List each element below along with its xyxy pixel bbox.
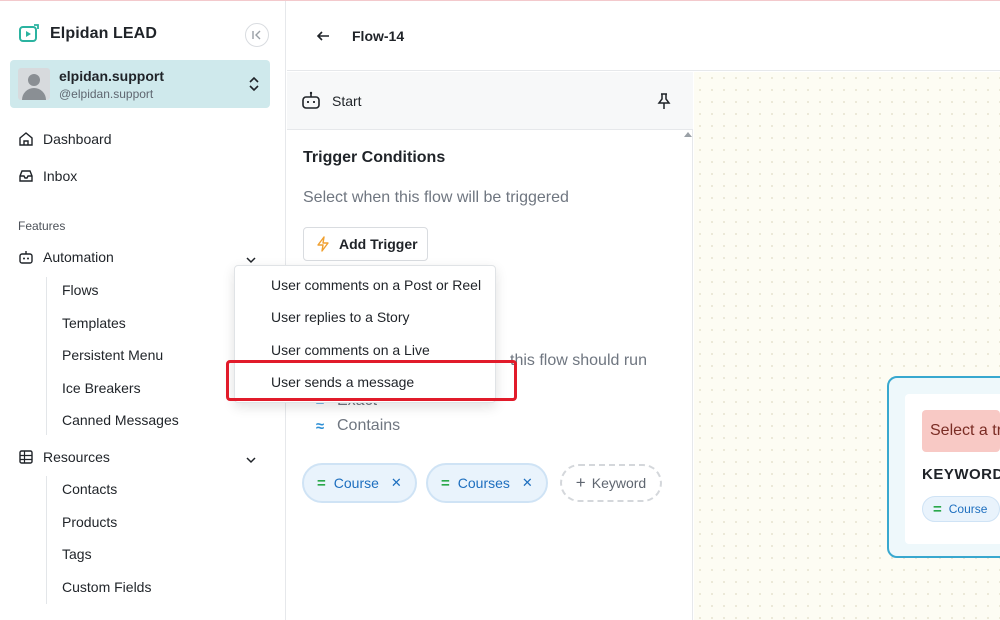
- sidebar-item-contacts[interactable]: Contacts: [62, 481, 117, 497]
- dropdown-item-story-reply[interactable]: User replies to a Story: [271, 309, 410, 325]
- highlight-box: [226, 360, 517, 401]
- brand-logo-icon: [19, 24, 39, 42]
- node-keywords-heading: KEYWORD: [922, 466, 1000, 483]
- sidebar-item-persistent-menu[interactable]: Persistent Menu: [62, 347, 163, 363]
- trigger-conditions-subtitle: Select when this flow will be triggered: [303, 189, 569, 206]
- inbox-icon: [19, 170, 33, 182]
- flow-header: Flow-14: [287, 1, 1000, 71]
- nav-inbox[interactable]: Inbox: [18, 168, 77, 184]
- add-keyword-label: Keyword: [591, 475, 647, 491]
- close-icon[interactable]: ✕: [391, 475, 402, 491]
- keyword-chip[interactable]: = Course ✕: [302, 463, 417, 503]
- add-keyword-button[interactable]: + Keyword: [560, 464, 662, 502]
- account-name: elpidan.support: [59, 67, 164, 84]
- match-option-label: Contains: [337, 417, 401, 434]
- pin-icon[interactable]: [656, 92, 672, 110]
- keyword-chip[interactable]: = Courses ✕: [426, 463, 548, 503]
- sidebar-item-templates[interactable]: Templates: [62, 315, 126, 331]
- robot-icon: [302, 91, 320, 109]
- chevron-down-icon[interactable]: [244, 453, 258, 467]
- features-section-label: Features: [18, 219, 66, 233]
- nav-automation-label: Automation: [43, 249, 114, 265]
- panel-header: Start: [287, 72, 693, 130]
- flow-title: Flow-14: [352, 28, 405, 44]
- keyword-chip-label: Course: [333, 475, 379, 491]
- home-icon: [19, 132, 33, 146]
- sidebar-item-ice-breakers[interactable]: Ice Breakers: [62, 380, 141, 396]
- match-type-description: this flow should run: [510, 352, 647, 369]
- brand[interactable]: Elpidan LEAD: [18, 21, 157, 47]
- keyword-chip-label: Courses: [457, 475, 510, 491]
- scroll-up-arrow[interactable]: [684, 132, 692, 137]
- equals-icon: =: [441, 474, 450, 492]
- node-warning: Select a tr: [922, 410, 1000, 452]
- nav-dashboard[interactable]: Dashboard: [18, 131, 112, 147]
- dropdown-item-comment-live[interactable]: User comments on a Live: [271, 342, 430, 358]
- close-icon[interactable]: ✕: [522, 475, 533, 491]
- sidebar-item-canned-messages[interactable]: Canned Messages: [62, 412, 179, 428]
- match-option-contains[interactable]: ≈ Contains: [313, 417, 400, 435]
- flow-canvas[interactable]: [694, 72, 1000, 620]
- equals-icon: =: [317, 474, 326, 492]
- collapse-icon: [252, 30, 261, 40]
- account-handle: @elpidan.support: [59, 86, 154, 101]
- sidebar-item-custom-fields[interactable]: Custom Fields: [62, 579, 151, 595]
- collapse-sidebar-button[interactable]: [245, 23, 269, 47]
- add-trigger-label: Add Trigger: [339, 236, 418, 252]
- nav-dashboard-label: Dashboard: [43, 131, 112, 147]
- dropdown-item-comment-post-reel[interactable]: User comments on a Post or Reel: [271, 277, 481, 293]
- grid-icon: [19, 450, 33, 464]
- node-label: Start: [332, 93, 362, 109]
- sidebar-item-tags[interactable]: Tags: [62, 546, 92, 562]
- chevron-up-down-icon: [249, 76, 259, 92]
- nav-inbox-label: Inbox: [43, 168, 78, 184]
- lightning-icon: [317, 236, 329, 252]
- app-name: Elpidan LEAD: [50, 25, 157, 42]
- approx-icon: ≈: [315, 417, 325, 435]
- plus-icon: +: [575, 473, 586, 492]
- submenu-guide-line: [46, 476, 47, 604]
- submenu-guide-line: [46, 277, 47, 435]
- back-arrow-icon[interactable]: [315, 28, 331, 44]
- avatar: [18, 68, 50, 100]
- node-keyword-chip-label: Course: [948, 502, 988, 516]
- equals-icon: =: [933, 500, 942, 518]
- trigger-conditions-title: Trigger Conditions: [303, 149, 446, 166]
- nav-resources[interactable]: Resources: [18, 449, 110, 465]
- nav-automation[interactable]: Automation: [18, 249, 114, 265]
- account-switcher[interactable]: elpidan.support @elpidan.support: [10, 60, 270, 108]
- robot-icon: [19, 251, 33, 264]
- sidebar-item-flows[interactable]: Flows: [62, 282, 99, 298]
- node-keyword-chip[interactable]: = Course: [922, 496, 1000, 522]
- add-trigger-button[interactable]: Add Trigger: [303, 227, 428, 261]
- nav-resources-label: Resources: [43, 449, 110, 465]
- sidebar-item-products[interactable]: Products: [62, 514, 117, 530]
